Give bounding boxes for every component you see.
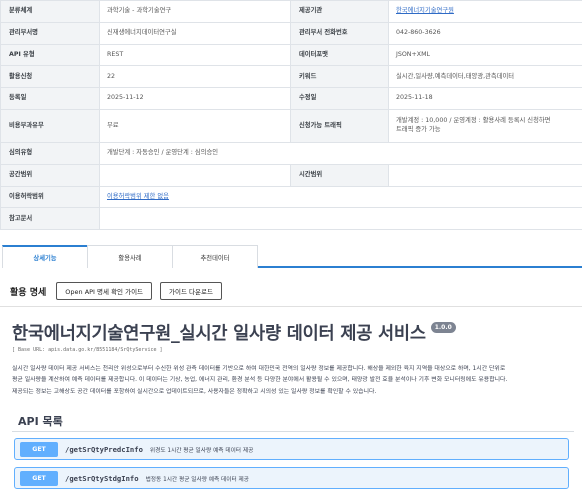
- meta-key: 공간범위: [0, 163, 100, 187]
- metadata-table: 분류체계 과학기술 - 과학기술연구 제공기관 한국에너지기술연구원 관리부서명…: [0, 0, 582, 231]
- meta-value: 개발단계 : 자동승인 / 운영단계 : 심의승인: [99, 141, 582, 165]
- meta-value: [99, 207, 582, 231]
- base-url: [ Base URL: apis.data.go.kr/B551184/SrQt…: [12, 347, 163, 353]
- meta-key: 수정일: [290, 87, 389, 110]
- tab-bar: 상세기능 활용사례 추천데이터: [2, 245, 582, 268]
- spec-title: 활용 명세: [10, 287, 47, 298]
- meta-key: 키워드: [290, 65, 389, 89]
- spec-header: 활용 명세 Open API 명세 확인 가이드 가이드 다운로드: [10, 282, 230, 300]
- divider: [0, 306, 582, 307]
- table-row: 등록일 2025-11-12 수정일 2025-11-18: [0, 87, 582, 110]
- service-title: 한국에너지기술연구원_실시간 일사량 데이터 제공 서비스: [12, 324, 426, 344]
- meta-value: 2025-11-18: [388, 87, 582, 110]
- tab-recommended-data[interactable]: 추천데이터: [172, 245, 258, 268]
- operation-get-srqty-predc[interactable]: GET /getSrQtyPredcInfo 위경도 1시간 평균 일사량 예측…: [14, 438, 569, 460]
- divider: [12, 431, 574, 432]
- tab-use-cases[interactable]: 활용사례: [87, 245, 173, 268]
- meta-value: [99, 163, 291, 187]
- description-line: 평균 일사량을 계산하여 예측 데이터를 제공합니다. 이 데이터는 기상, 농…: [12, 377, 508, 384]
- meta-value: 2025-11-12: [99, 87, 291, 110]
- meta-value: REST: [99, 43, 291, 67]
- meta-key: 관리부서명: [0, 21, 100, 45]
- traffic-line: 트래픽 증가 가능: [396, 125, 441, 133]
- meta-key: 비용부과유무: [0, 108, 100, 143]
- meta-key: API 유형: [0, 43, 100, 67]
- meta-key: 분류체계: [0, 0, 100, 23]
- table-row: 심의유형 개발단계 : 자동승인 / 운영단계 : 심의승인: [0, 141, 582, 165]
- meta-value: 신재생에너지데이터연구실: [99, 21, 291, 45]
- meta-value: JSON+XML: [388, 43, 582, 67]
- table-row: 이용허락범위 이용허락범위 제한 없음: [0, 185, 582, 209]
- meta-key: 이용허락범위: [0, 185, 100, 209]
- description-line: 실시간 일사량 데이터 제공 서비스는 천리안 위성으로부터 수신한 위성 관측…: [12, 366, 506, 372]
- description-line: 제공되는 정보는 고해상도 공간 데이터를 포함하여 실시간으로 업데이트되므로…: [12, 388, 377, 395]
- meta-key: 등록일: [0, 87, 100, 110]
- operation-description: 법정동 1시간 평균 일사량 예측 데이터 제공: [145, 476, 249, 483]
- operation-path: /getSrQtyStdgInfo: [65, 473, 139, 483]
- meta-key: 관리부서 전화번호: [290, 21, 389, 45]
- meta-value: 이용허락범위 제한 없음: [99, 185, 582, 209]
- table-row: 활용신청 22 키워드 실시간,일사량,예측데이터,태양광,관측데이터: [0, 65, 582, 89]
- provider-link[interactable]: 한국에너지기술연구원: [396, 7, 454, 14]
- meta-value: 무료: [99, 108, 291, 143]
- operation-description: 위경도 1시간 평균 일사량 예측 데이터 제공: [149, 447, 254, 454]
- meta-key: 데이터포맷: [290, 43, 389, 67]
- license-link[interactable]: 이용허락범위 제한 없음: [107, 193, 169, 200]
- table-row: 관리부서명 신재생에너지데이터연구실 관리부서 전화번호 042-860-362…: [0, 21, 582, 45]
- traffic-line: 개발계정 : 10,000 / 운영계정 : 활용사례 등록시 신청하면: [396, 117, 551, 125]
- meta-value: [388, 163, 582, 187]
- meta-key: 제공기관: [290, 0, 389, 23]
- table-row: 참고문서: [0, 207, 582, 231]
- tab-detail-function[interactable]: 상세기능: [2, 245, 88, 268]
- version-badge: 1.0.0: [430, 322, 456, 333]
- meta-value: 042-860-3626: [388, 21, 582, 45]
- meta-value: 개발계정 : 10,000 / 운영계정 : 활용사례 등록시 신청하면 트래픽…: [388, 108, 582, 143]
- guide-download-button[interactable]: 가이드 다운로드: [160, 282, 222, 300]
- method-badge: GET: [20, 441, 58, 457]
- meta-key: 신청가능 트래픽: [290, 108, 389, 143]
- meta-value: 실시간,일사량,예측데이터,태양광,관측데이터: [388, 65, 582, 89]
- table-row: 분류체계 과학기술 - 과학기술연구 제공기관 한국에너지기술연구원: [0, 0, 582, 23]
- api-guide-button[interactable]: Open API 명세 확인 가이드: [56, 282, 153, 300]
- operation-get-srqty-stdg[interactable]: GET /getSrQtyStdgInfo 법정동 1시간 평균 일사량 예측 …: [14, 467, 569, 489]
- service-description: 실시간 일사량 데이터 제공 서비스는 천리안 위성으로부터 수신한 위성 관측…: [12, 364, 574, 398]
- meta-key: 활용신청: [0, 65, 100, 89]
- meta-key: 시간범위: [290, 163, 389, 187]
- method-badge: GET: [20, 470, 58, 486]
- table-row: 공간범위 시간범위: [0, 163, 582, 187]
- service-header: 한국에너지기술연구원_실시간 일사량 데이터 제공 서비스 1.0.0: [12, 320, 456, 345]
- table-row: API 유형 REST 데이터포맷 JSON+XML: [0, 43, 582, 67]
- meta-key: 참고문서: [0, 207, 100, 231]
- meta-key: 심의유형: [0, 141, 100, 165]
- operation-path: /getSrQtyPredcInfo: [65, 444, 143, 454]
- meta-value: 한국에너지기술연구원: [388, 0, 582, 23]
- meta-value: 22: [99, 65, 291, 89]
- meta-value: 과학기술 - 과학기술연구: [99, 0, 291, 23]
- api-list-title: API 목록: [18, 415, 63, 428]
- table-row: 비용부과유무 무료 신청가능 트래픽 개발계정 : 10,000 / 운영계정 …: [0, 108, 582, 143]
